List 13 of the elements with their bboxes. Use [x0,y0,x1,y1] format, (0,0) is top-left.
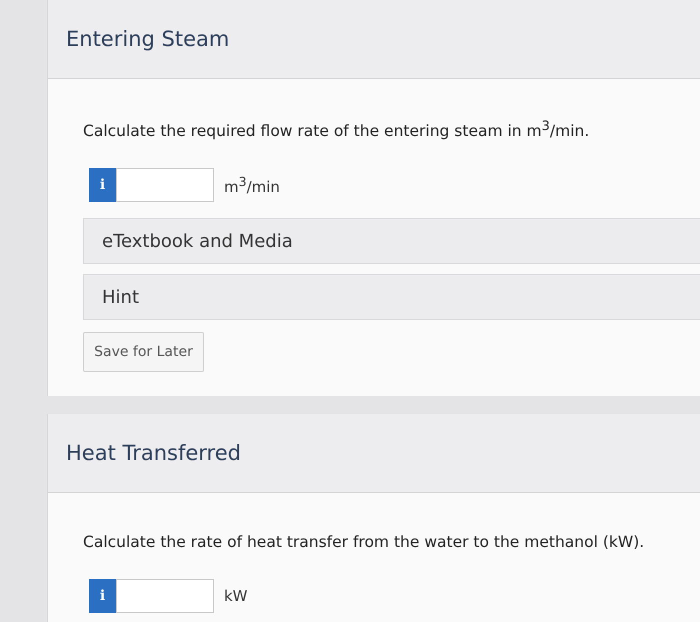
save-button[interactable]: Save for Later [83,332,204,372]
resource-bar[interactable]: eTextbook and Media [83,218,700,264]
part-title: Heat Transferred [66,441,241,466]
answer-field[interactable] [116,168,214,202]
info-icon[interactable]: i [89,168,116,202]
unit-label: m$^{3}$/min [224,174,280,196]
question-text: Calculate the rate of heat transfer from the water to the methanol (kW). [83,533,644,552]
question-text: Calculate the required flow rate of the entering steam in m$^{3}$/min. [83,119,590,140]
info-icon[interactable]: i [89,579,116,614]
part-title: Entering Steam [66,27,230,51]
unit-label: kW [224,587,248,606]
resource-bar[interactable]: Hint [83,274,700,320]
answer-field[interactable] [116,579,214,614]
